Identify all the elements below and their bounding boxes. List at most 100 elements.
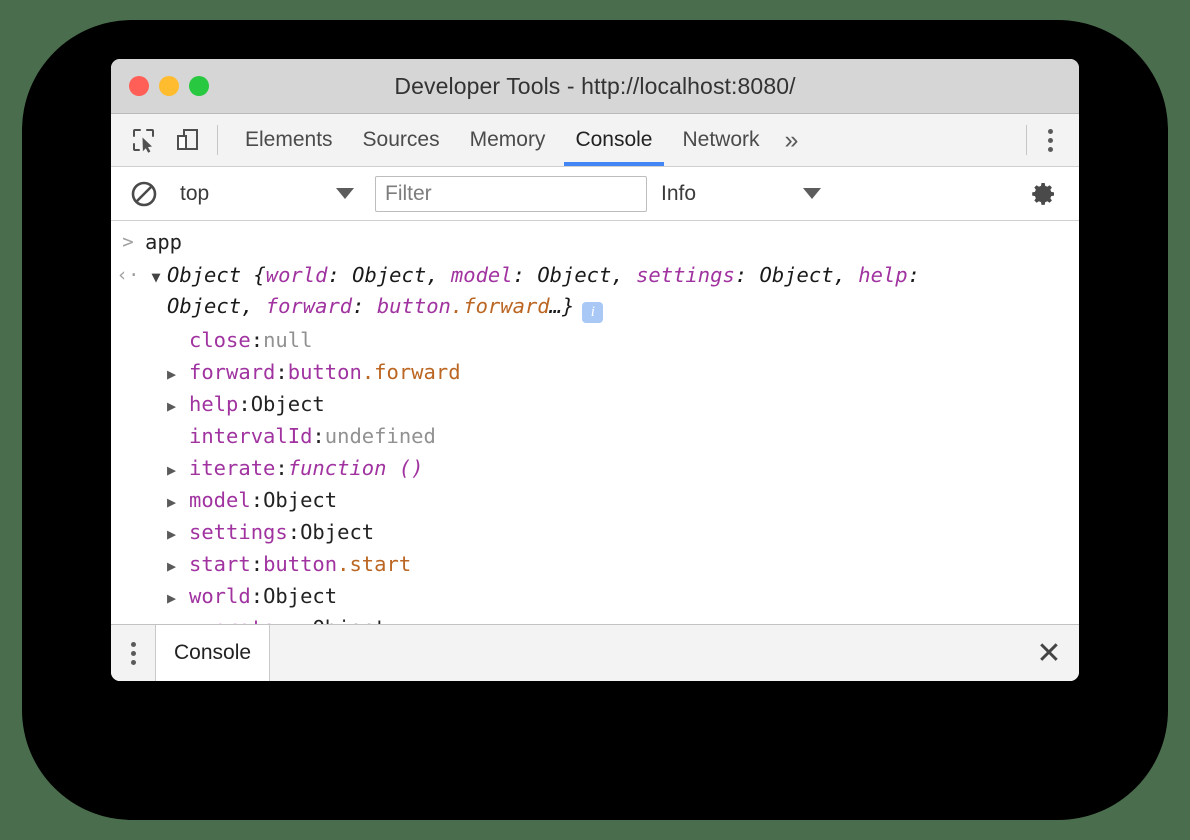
preview-value: Object xyxy=(352,263,426,287)
property-value: function () xyxy=(288,453,424,484)
property-separator: : xyxy=(251,581,263,612)
property-name: iterate xyxy=(189,453,275,484)
property-value: button.start xyxy=(263,549,411,580)
tabbar-icon-group xyxy=(111,114,217,166)
log-level-select[interactable]: Info xyxy=(647,182,827,206)
property-row[interactable]: ▶forward: button.forward xyxy=(111,357,1079,389)
property-row[interactable]: ▶world: Object xyxy=(111,581,1079,613)
preview-value: Object xyxy=(760,263,834,287)
devtools-tab-bar: Elements Sources Memory Console Network … xyxy=(111,114,1079,167)
drawer-tab-list: Console xyxy=(155,625,270,681)
chevron-down-icon xyxy=(803,188,821,199)
tab-elements[interactable]: Elements xyxy=(230,114,348,166)
execution-context-value: top xyxy=(180,182,336,206)
expand-arrow-icon[interactable]: ▶ xyxy=(167,391,189,422)
tab-network[interactable]: Network xyxy=(668,114,775,166)
object-property-list: ▶close: null▶forward: button.forward▶hel… xyxy=(111,323,1079,624)
close-icon[interactable]: ✕ xyxy=(1019,625,1079,681)
close-window-button[interactable] xyxy=(129,76,149,96)
drawer-bar: Console ✕ xyxy=(111,624,1079,681)
tab-memory[interactable]: Memory xyxy=(455,114,561,166)
preview-key: help xyxy=(858,263,907,287)
drawer-tab-console[interactable]: Console xyxy=(155,625,270,681)
property-value: Object xyxy=(251,389,325,420)
prompt-marker: > xyxy=(111,227,145,258)
property-name: world xyxy=(189,581,251,612)
kebab-menu-icon[interactable] xyxy=(111,625,155,681)
tabbar-right-group xyxy=(1027,114,1079,166)
kebab-menu-icon[interactable] xyxy=(1037,125,1063,155)
property-name: forward xyxy=(189,357,275,388)
property-separator: : xyxy=(300,613,312,624)
property-value-class: .forward xyxy=(362,360,461,384)
property-row[interactable]: ▶settings: Object xyxy=(111,517,1079,549)
title-bar: Developer Tools - http://localhost:8080/ xyxy=(111,59,1079,114)
property-separator: : xyxy=(288,517,300,548)
log-level-value: Info xyxy=(661,182,803,206)
expand-arrow-icon[interactable]: ▶ xyxy=(167,551,189,582)
property-row[interactable]: ▶intervalId: undefined xyxy=(111,421,1079,453)
property-separator: : xyxy=(251,549,263,580)
property-separator: : xyxy=(275,453,287,484)
expand-arrow-icon[interactable]: ▶ xyxy=(167,455,189,486)
expand-arrow-icon[interactable]: ▶ xyxy=(167,583,189,614)
console-input-expression: app xyxy=(145,227,182,258)
property-separator: : xyxy=(251,485,263,516)
expand-arrow-icon[interactable]: ▶ xyxy=(167,359,189,390)
preview-value-class: .forward xyxy=(451,294,550,318)
preview-value: button xyxy=(377,294,451,318)
gear-icon[interactable] xyxy=(1027,177,1061,211)
property-name: intervalId xyxy=(189,421,312,452)
zoom-window-button[interactable] xyxy=(189,76,209,96)
property-separator: : xyxy=(275,357,287,388)
property-row[interactable]: ▶close: null xyxy=(111,325,1079,357)
expand-arrow-icon[interactable]: ▶ xyxy=(167,519,189,550)
tab-sources[interactable]: Sources xyxy=(348,114,455,166)
tab-list: Elements Sources Memory Console Network … xyxy=(218,114,1026,166)
execution-context-select[interactable]: top xyxy=(162,182,360,206)
expand-arrow-icon[interactable]: ▶ xyxy=(167,615,189,624)
clear-console-icon[interactable] xyxy=(127,177,161,211)
console-toolbar: top Info xyxy=(111,167,1079,221)
more-tabs-icon[interactable]: » xyxy=(775,114,809,166)
property-name: close xyxy=(189,325,251,356)
property-value: Object xyxy=(300,517,374,548)
chevron-down-icon xyxy=(336,188,354,199)
property-row[interactable]: ▶iterate: function () xyxy=(111,453,1079,485)
property-value: undefined xyxy=(325,421,436,452)
property-value: Object xyxy=(263,581,337,612)
property-row[interactable]: ▶help: Object xyxy=(111,389,1079,421)
property-name: settings xyxy=(189,517,288,548)
property-value: null xyxy=(263,325,312,356)
property-row[interactable]: ▶start: button.start xyxy=(111,549,1079,581)
property-name: model xyxy=(189,485,251,516)
object-preview[interactable]: Object {world: Object, model: Object, se… xyxy=(167,260,995,323)
console-result-entry: ‹· ▼ Object {world: Object, model: Objec… xyxy=(111,258,1079,323)
inspect-element-icon[interactable] xyxy=(129,125,159,155)
window-title: Developer Tools - http://localhost:8080/ xyxy=(111,73,1079,100)
property-row[interactable]: ▶__proto__: Object xyxy=(111,613,1079,624)
expand-arrow-icon[interactable]: ▶ xyxy=(167,487,189,518)
expand-object-toggle[interactable]: ▼ xyxy=(145,260,167,294)
console-input-entry: > app xyxy=(111,221,1079,258)
result-marker: ‹· xyxy=(111,260,145,291)
tab-console[interactable]: Console xyxy=(560,114,667,166)
preview-key: forward xyxy=(266,294,352,318)
preview-value: Object xyxy=(537,263,611,287)
property-separator: : xyxy=(312,421,324,452)
property-value-class: .start xyxy=(337,552,411,576)
info-badge-icon[interactable]: i xyxy=(582,302,603,323)
property-name: start xyxy=(189,549,251,580)
minimize-window-button[interactable] xyxy=(159,76,179,96)
preview-key: settings xyxy=(636,263,735,287)
traffic-lights xyxy=(111,76,209,96)
device-toolbar-icon[interactable] xyxy=(173,125,203,155)
property-value: Object xyxy=(312,613,386,624)
property-row[interactable]: ▶model: Object xyxy=(111,485,1079,517)
property-separator: : xyxy=(251,325,263,356)
filter-input[interactable] xyxy=(375,176,647,212)
console-output[interactable]: > app ‹· ▼ Object {world: Object, model:… xyxy=(111,221,1079,624)
preview-value: Object xyxy=(167,294,241,318)
devtools-window: Developer Tools - http://localhost:8080/… xyxy=(111,59,1079,681)
preview-key: model xyxy=(451,263,513,287)
